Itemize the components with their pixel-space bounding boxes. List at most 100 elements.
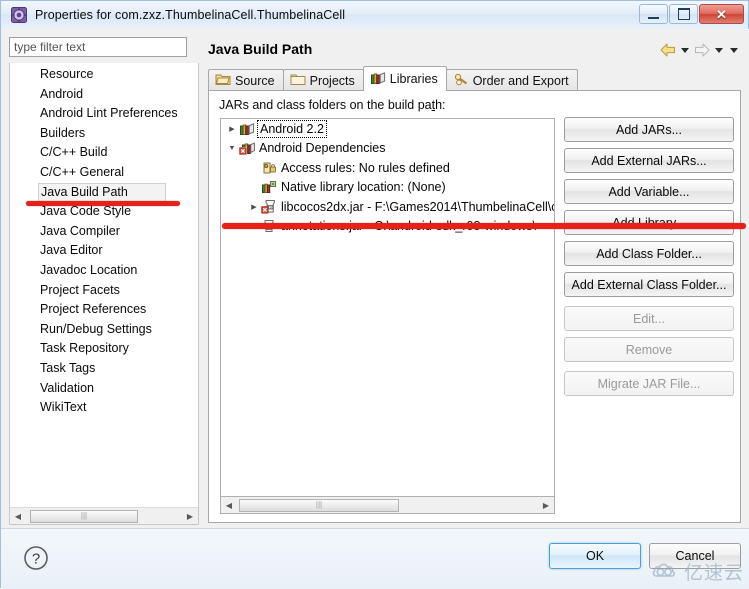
sidebar-item-java-build-path[interactable]: Java Build Path <box>38 182 166 203</box>
jar-scroll-right-icon[interactable]: ▶ <box>538 498 554 513</box>
build-path-tree-rows: ▶ Android 2.2 ▼ Android Dependencies Access … <box>221 119 554 236</box>
sidebar-item-builders[interactable]: Builders <box>10 124 198 144</box>
page-title: Java Build Path <box>208 41 313 57</box>
sidebar-tree[interactable]: Resource Android Android Lint Preferences B… <box>9 63 199 525</box>
build-path-tree-row[interactable]: Access rules: No rules defined <box>221 158 554 178</box>
dialog-content: Resource Android Android Lint Preferences B… <box>1 29 749 589</box>
collapse-arrow-icon[interactable]: ▼ <box>225 145 239 152</box>
sidebar: Resource Android Android Lint Preferences B… <box>9 37 199 525</box>
sidebar-item-task-repository[interactable]: Task Repository <box>10 339 198 359</box>
cloud-logo-icon <box>652 560 680 583</box>
sidebar-item-javadoc-location[interactable]: Javadoc Location <box>10 261 198 281</box>
sidebar-scroll-thumb[interactable]: ||| <box>30 509 138 523</box>
close-icon: ✕ <box>716 6 727 22</box>
sidebar-item-resource[interactable]: Resource <box>10 65 198 85</box>
tab-projects[interactable]: Projects <box>282 69 364 91</box>
add-jars-button[interactable]: Add JARs... <box>564 117 734 142</box>
build-path-label-post: h: <box>435 98 446 112</box>
tab-libraries[interactable]: Libraries <box>362 66 447 91</box>
close-button[interactable]: ✕ <box>699 4 744 24</box>
grip-icon: ||| <box>315 500 323 509</box>
sidebar-scroll-track[interactable]: ||| <box>26 508 182 524</box>
sidebar-item-label: Java Build Path <box>41 184 128 199</box>
add-class-folder-button[interactable]: Add Class Folder... <box>564 241 734 266</box>
sidebar-item-project-references[interactable]: Project References <box>10 300 198 320</box>
minimize-button[interactable] <box>639 4 668 24</box>
sidebar-highlight-line <box>26 201 180 206</box>
back-dropdown-icon[interactable] <box>681 47 689 53</box>
jar-scroll-track[interactable]: ||| <box>237 497 538 513</box>
sidebar-item-android-lint-preferences[interactable]: Android Lint Preferences <box>10 104 198 124</box>
sidebar-horizontal-scrollbar[interactable]: ◀ ||| ▶ <box>10 507 198 524</box>
build-path-entry-label: Android Dependencies <box>259 141 386 156</box>
sidebar-item-c-c-build[interactable]: C/C++ Build <box>10 143 198 163</box>
sidebar-item-label: Javadoc Location <box>40 262 138 277</box>
add-external-jars-button[interactable]: Add External JARs... <box>564 148 734 173</box>
build-path-tree[interactable]: ▶ Android 2.2 ▼ Android Dependencies Access … <box>220 118 555 497</box>
sidebar-item-label: Project References <box>40 302 147 317</box>
sidebar-item-label: C/C++ Build <box>40 145 108 160</box>
forward-dropdown-icon[interactable] <box>715 47 723 53</box>
build-path-tree-row[interactable]: ▼ Android Dependencies <box>221 139 554 159</box>
build-path-tree-row[interactable]: Native library location: (None) <box>221 178 554 198</box>
navigation-arrows <box>657 41 740 59</box>
sidebar-item-validation[interactable]: Validation <box>10 379 198 399</box>
remove-button: Remove <box>564 337 734 362</box>
grip-icon: ||| <box>80 511 88 520</box>
tab-strip: Source Projects Libraries Order and Export <box>208 66 578 91</box>
sidebar-item-label: Android <box>40 86 84 101</box>
sidebar-item-c-c-general[interactable]: C/C++ General <box>10 163 198 183</box>
edit-button: Edit... <box>564 306 734 331</box>
tab-order-and-export[interactable]: Order and Export <box>445 69 578 91</box>
jar-entry-highlight-line <box>222 223 746 229</box>
forward-arrow-icon <box>694 43 710 57</box>
tab-label: Source <box>235 73 275 88</box>
libraries-tab-panel: JARs and class folders on the build path… <box>208 90 741 523</box>
scroll-right-icon[interactable]: ▶ <box>182 509 198 524</box>
sidebar-item-label: Validation <box>40 380 94 395</box>
sidebar-item-java-compiler[interactable]: Java Compiler <box>10 222 198 242</box>
maximize-button[interactable] <box>669 4 698 24</box>
build-path-entry-label: libcocos2dx.jar - F:\Games2014\Thumbelin… <box>281 199 555 214</box>
gear-icon <box>11 7 27 23</box>
add-variable-button[interactable]: Add Variable... <box>564 179 734 204</box>
jar-scroll-thumb[interactable]: ||| <box>239 498 399 512</box>
sidebar-item-wikitext[interactable]: WikiText <box>10 398 198 418</box>
expand-arrow-icon[interactable]: ▶ <box>225 125 239 133</box>
ok-button[interactable]: OK <box>549 543 641 569</box>
source-folder-icon <box>215 71 235 90</box>
jar-scroll-left-icon[interactable]: ◀ <box>221 498 237 513</box>
jar-error-icon: 010 <box>261 199 277 215</box>
sidebar-item-java-editor[interactable]: Java Editor <box>10 241 198 261</box>
build-path-action-buttons: Add JARs... Add External JARs... Add Varia… <box>564 117 734 402</box>
sidebar-item-label: Android Lint Preferences <box>40 106 178 121</box>
native-library-icon <box>261 179 277 195</box>
build-path-horizontal-scrollbar[interactable]: ◀ ||| ▶ <box>220 497 555 514</box>
sidebar-item-android[interactable]: Android <box>10 85 198 105</box>
page-menu-dropdown-icon[interactable] <box>730 47 738 53</box>
add-external-class-folder-button[interactable]: Add External Class Folder... <box>564 272 734 297</box>
sidebar-item-label: Builders <box>40 125 86 140</box>
migrate-jar-file-button: Migrate JAR File... <box>564 371 734 396</box>
build-path-tree-row[interactable]: ▶ 010 libcocos2dx.jar - F:\Games2014\Thumb… <box>221 197 554 217</box>
tab-label: Libraries <box>389 72 438 86</box>
libraries-icon <box>370 70 390 89</box>
sidebar-item-run-debug-settings[interactable]: Run/Debug Settings <box>10 320 198 340</box>
build-path-label-pre: JARs and class folders on the build pa <box>219 98 432 112</box>
back-arrow-icon[interactable] <box>660 43 676 57</box>
sidebar-item-task-tags[interactable]: Task Tags <box>10 359 198 379</box>
projects-folder-icon <box>290 71 310 90</box>
scroll-left-icon[interactable]: ◀ <box>10 509 26 524</box>
filter-input[interactable] <box>9 37 187 57</box>
help-icon[interactable]: ? <box>23 545 49 571</box>
sidebar-item-label: WikiText <box>40 400 87 415</box>
expand-arrow-icon[interactable]: ▶ <box>247 203 261 211</box>
access-rules-icon <box>261 160 277 176</box>
sidebar-item-project-facets[interactable]: Project Facets <box>10 281 198 301</box>
build-path-tree-row[interactable]: ▶ Android 2.2 <box>221 119 554 139</box>
library-error-icon <box>238 140 255 156</box>
tab-source[interactable]: Source <box>208 69 284 91</box>
watermark-text: 亿速云 <box>683 562 744 584</box>
minimize-icon <box>648 14 659 19</box>
order-export-icon <box>453 71 473 90</box>
